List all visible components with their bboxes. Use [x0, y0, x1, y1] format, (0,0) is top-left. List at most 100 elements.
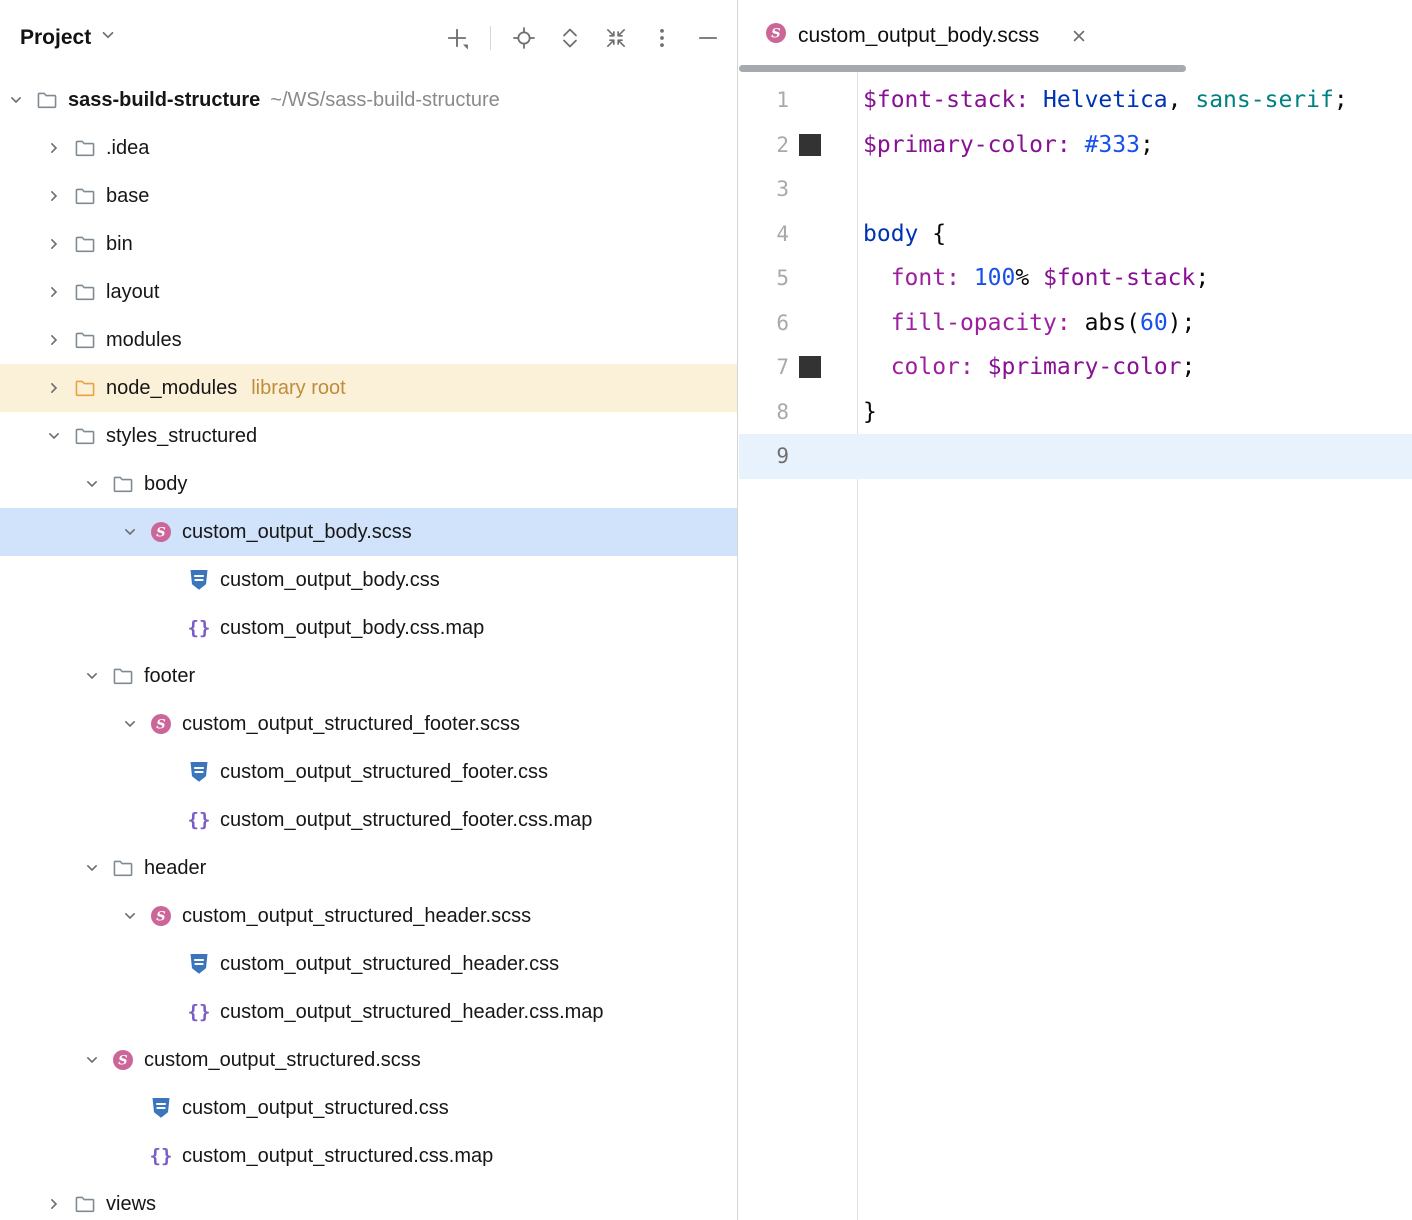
tree-item-footer[interactable]: footer — [0, 652, 737, 700]
tree-item-custom_output_structured.css.map[interactable]: {}custom_output_structured.css.map — [0, 1132, 737, 1180]
project-toolbar — [440, 21, 725, 55]
editor-tab[interactable]: S custom_output_body.scss — [765, 22, 1092, 50]
chevron-collapsed-icon[interactable] — [38, 1180, 70, 1220]
tree-item-styles_structured[interactable]: styles_structured — [0, 412, 737, 460]
tree-item-label: custom_output_structured_header.css.map — [220, 1001, 604, 1024]
code-line[interactable]: 5 font: 100% $font-stack; — [739, 256, 1412, 301]
chevron-collapsed-icon[interactable] — [38, 364, 70, 412]
select-opened-file-button[interactable] — [507, 21, 541, 55]
tree-item-header[interactable]: header — [0, 844, 737, 892]
chevron-spacer — [114, 1132, 146, 1180]
tree-item-custom_output_structured.css[interactable]: custom_output_structured.css — [0, 1084, 737, 1132]
token-plain: abs( — [1085, 310, 1140, 336]
chevron-expanded-icon[interactable] — [76, 652, 108, 700]
tree-item-custom_output_structured_footer.css.map[interactable]: {}custom_output_structured_footer.css.ma… — [0, 796, 737, 844]
token-var: $primary-color — [988, 354, 1182, 380]
token-plain — [974, 354, 988, 380]
color-preview-swatch[interactable] — [799, 356, 821, 378]
chevron-expanded-icon[interactable] — [38, 412, 70, 460]
tree-item-modules[interactable]: modules — [0, 316, 737, 364]
horizontal-scrollbar[interactable] — [739, 65, 1186, 72]
map-icon: {} — [184, 796, 214, 844]
token-plain: ); — [1168, 310, 1196, 336]
tree-item-custom_output_structured_header.css.map[interactable]: {} custom_output_structured_header.css.ma… — [0, 988, 737, 1036]
tree-item-views[interactable]: views — [0, 1180, 737, 1220]
collapse-all-button[interactable] — [599, 21, 633, 55]
code-line[interactable]: 2$primary-color: #333; — [739, 123, 1412, 168]
tree-item-custom_output_structured_footer.css[interactable]: custom_output_structured_footer.css — [0, 748, 737, 796]
folder-icon — [70, 316, 100, 364]
code-line[interactable]: 8} — [739, 390, 1412, 435]
chevron-collapsed-icon[interactable] — [38, 268, 70, 316]
gutter-swatch-slot — [797, 301, 823, 346]
code-line[interactable]: 7 color: $primary-color; — [739, 345, 1412, 390]
code-area[interactable]: 1$font-stack: Helvetica, sans-serif;2$pr… — [739, 72, 1412, 479]
chevron-collapsed-icon[interactable] — [38, 220, 70, 268]
tab-close-icon[interactable] — [1066, 23, 1092, 49]
add-button[interactable] — [440, 21, 474, 55]
token-plain — [863, 265, 891, 291]
token-plain: } — [863, 399, 877, 425]
toolbar-separator — [490, 26, 491, 50]
gutter-swatch-slot — [797, 78, 823, 123]
code-line[interactable]: 6 fill-opacity: abs(60); — [739, 301, 1412, 346]
color-preview-swatch[interactable] — [799, 134, 821, 156]
hide-panel-button[interactable] — [691, 21, 725, 55]
tree-item-custom_output_structured_header.css[interactable]: custom_output_structured_header.css — [0, 940, 737, 988]
token-plain: % — [1015, 265, 1043, 291]
tree-item-layout[interactable]: layout — [0, 268, 737, 316]
chevron-expanded-icon[interactable] — [114, 508, 146, 556]
more-options-button[interactable] — [645, 21, 679, 55]
token-plain: , — [1168, 87, 1196, 113]
chevron-collapsed-icon[interactable] — [38, 124, 70, 172]
tree-item-custom_output_body.css.map[interactable]: {}custom_output_body.css.map — [0, 604, 737, 652]
tree-item-body[interactable]: body — [0, 460, 737, 508]
gutter: 3 — [739, 167, 859, 212]
token-plain: ; — [1334, 87, 1348, 113]
tree-item-label: node_modules — [106, 377, 237, 400]
tree-item-label: body — [144, 473, 187, 496]
folder-icon — [108, 460, 138, 508]
token-plain — [1071, 132, 1085, 158]
chevron-expanded-icon[interactable] — [76, 844, 108, 892]
folder-icon — [70, 268, 100, 316]
code-line[interactable]: 1$font-stack: Helvetica, sans-serif; — [739, 78, 1412, 123]
gutter-swatch-slot — [797, 123, 823, 168]
expand-all-button[interactable] — [553, 21, 587, 55]
map-icon: {} — [184, 988, 214, 1036]
chevron-collapsed-icon[interactable] — [38, 172, 70, 220]
tree-item-custom_output_body.scss[interactable]: Scustom_output_body.scss — [0, 508, 737, 556]
tree-item-label: custom_output_structured.css — [182, 1097, 449, 1120]
code-text: $font-stack: Helvetica, sans-serif; — [863, 87, 1348, 113]
css-icon — [184, 556, 214, 604]
tree-item-custom_output_structured.scss[interactable]: Scustom_output_structured.scss — [0, 1036, 737, 1084]
chevron-expanded-icon[interactable] — [0, 76, 32, 124]
tree-item-label: base — [106, 185, 149, 208]
tree-item-node_modules[interactable]: node_moduleslibrary root — [0, 364, 737, 412]
project-panel-header: Project — [0, 0, 737, 76]
tree-item-custom_output_body.css[interactable]: custom_output_body.css — [0, 556, 737, 604]
chevron-collapsed-icon[interactable] — [38, 316, 70, 364]
chevron-expanded-icon[interactable] — [76, 460, 108, 508]
tree-item-label: custom_output_structured.css.map — [182, 1145, 493, 1168]
tree-item-label: layout — [106, 281, 159, 304]
tree-item-base[interactable]: base — [0, 172, 737, 220]
chevron-spacer — [152, 604, 184, 652]
tree-item-custom_output_structured_footer.scss[interactable]: Scustom_output_structured_footer.scss — [0, 700, 737, 748]
tree-item-.idea[interactable]: .idea — [0, 124, 737, 172]
chevron-expanded-icon[interactable] — [114, 700, 146, 748]
project-view-selector[interactable]: Project — [20, 26, 117, 50]
code-line[interactable]: 3 — [739, 167, 1412, 212]
token-prop: font: — [891, 265, 960, 291]
tree-item-custom_output_structured_header.scss[interactable]: Scustom_output_structured_header.scss — [0, 892, 737, 940]
chevron-expanded-icon[interactable] — [76, 1036, 108, 1084]
tree-item-sass-build-structure[interactable]: sass-build-structure~/WS/sass-build-stru… — [0, 76, 737, 124]
gutter: 4 — [739, 212, 859, 257]
editor[interactable]: S custom_output_body.scss 1$font-stack: … — [739, 0, 1412, 1220]
code-line[interactable]: 9 — [739, 434, 1412, 479]
token-num: 60 — [1140, 310, 1168, 336]
tree-item-bin[interactable]: bin — [0, 220, 737, 268]
code-line[interactable]: 4body { — [739, 212, 1412, 257]
chevron-expanded-icon[interactable] — [114, 892, 146, 940]
token-num: #333 — [1085, 132, 1140, 158]
